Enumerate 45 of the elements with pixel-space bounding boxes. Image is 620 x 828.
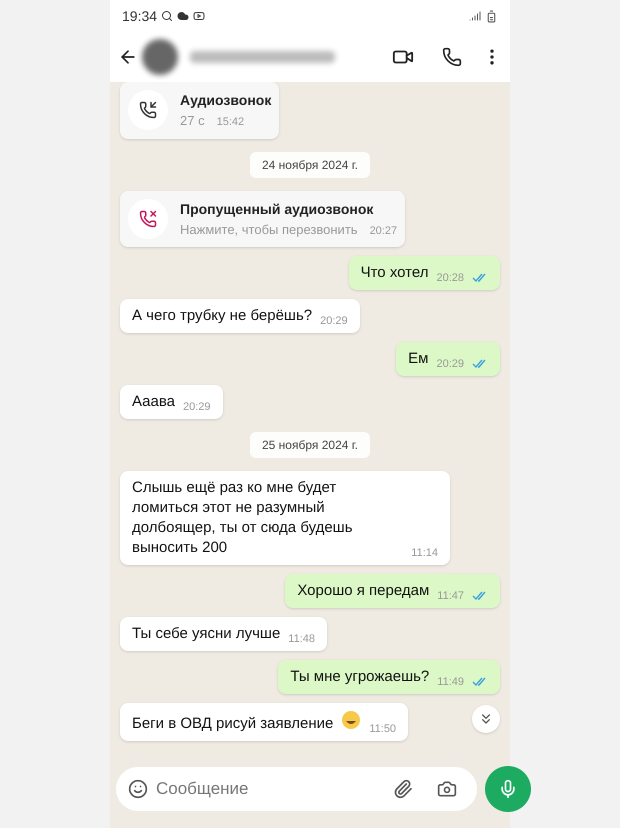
message-time: 11:47 [437,588,464,604]
message-text: Что хотел [360,263,428,283]
message-input[interactable]: Сообщение [116,767,477,811]
mic-button[interactable] [485,766,531,812]
phone-call-icon[interactable] [442,47,462,67]
search-icon [161,10,174,22]
date-label: 24 ноября 2024 г. [250,152,370,178]
video-icon [193,10,206,22]
incoming-call-icon [139,101,157,120]
message-text: Хорошо я передам [297,581,430,601]
call-title: Аудиозвонок [180,91,272,110]
message-text: Ем [408,349,428,369]
message-text: Ты мне угрожаешь? [290,667,430,687]
message-time: 11:48 [288,632,316,646]
scroll-down-button[interactable] [472,705,500,733]
message-time: 20:27 [370,224,398,238]
message-text: Беги в ОВД рисуй заявление [132,714,334,734]
message-time: 11:50 [369,722,396,736]
date-label: 25 ноября 2024 г. [250,432,370,458]
call-title: Пропущенный аудиозвонок [180,200,374,219]
status-time: 19:34 [122,6,158,26]
message-field[interactable]: Сообщение [156,776,377,802]
message-time: 20:29 [320,314,348,328]
camera-icon[interactable] [437,779,457,799]
contact-avatar[interactable] [142,39,178,75]
call-subtitle: Нажмите, чтобы перезвонить [180,220,358,239]
message-time: 11:49 [437,674,464,690]
battery-icon [485,10,498,22]
message-time: 11:14 [411,546,438,560]
missed-call-icon [139,210,157,228]
message-time: 20:28 [436,270,464,286]
call-subtitle: 27 с [180,112,205,130]
message-text: Ты себе уясни лучше [132,624,280,644]
call-bubble[interactable]: Аудиозвонок 27 с 15:42 [120,82,280,138]
missed-call-bubble[interactable]: Пропущенный аудиозвонок Нажмите, чтобы перезвонить 20:27 [120,190,406,247]
sticker-icon[interactable] [128,779,148,799]
message-text: Слышь ещё раз ко мне будет ломиться этот не разумный долбоящер, ты от сюда будешь выносить 200 [132,478,354,558]
cloud-icon [177,10,190,22]
message-text: Ааава [132,392,176,412]
message-time: 15:42 [216,115,244,130]
message-time: 20:29 [183,400,211,414]
message-text: А чего трубку не берёшь? [132,306,312,326]
signal-icon [469,10,481,22]
message-time: 20:29 [436,356,464,372]
attach-icon[interactable] [393,779,413,799]
